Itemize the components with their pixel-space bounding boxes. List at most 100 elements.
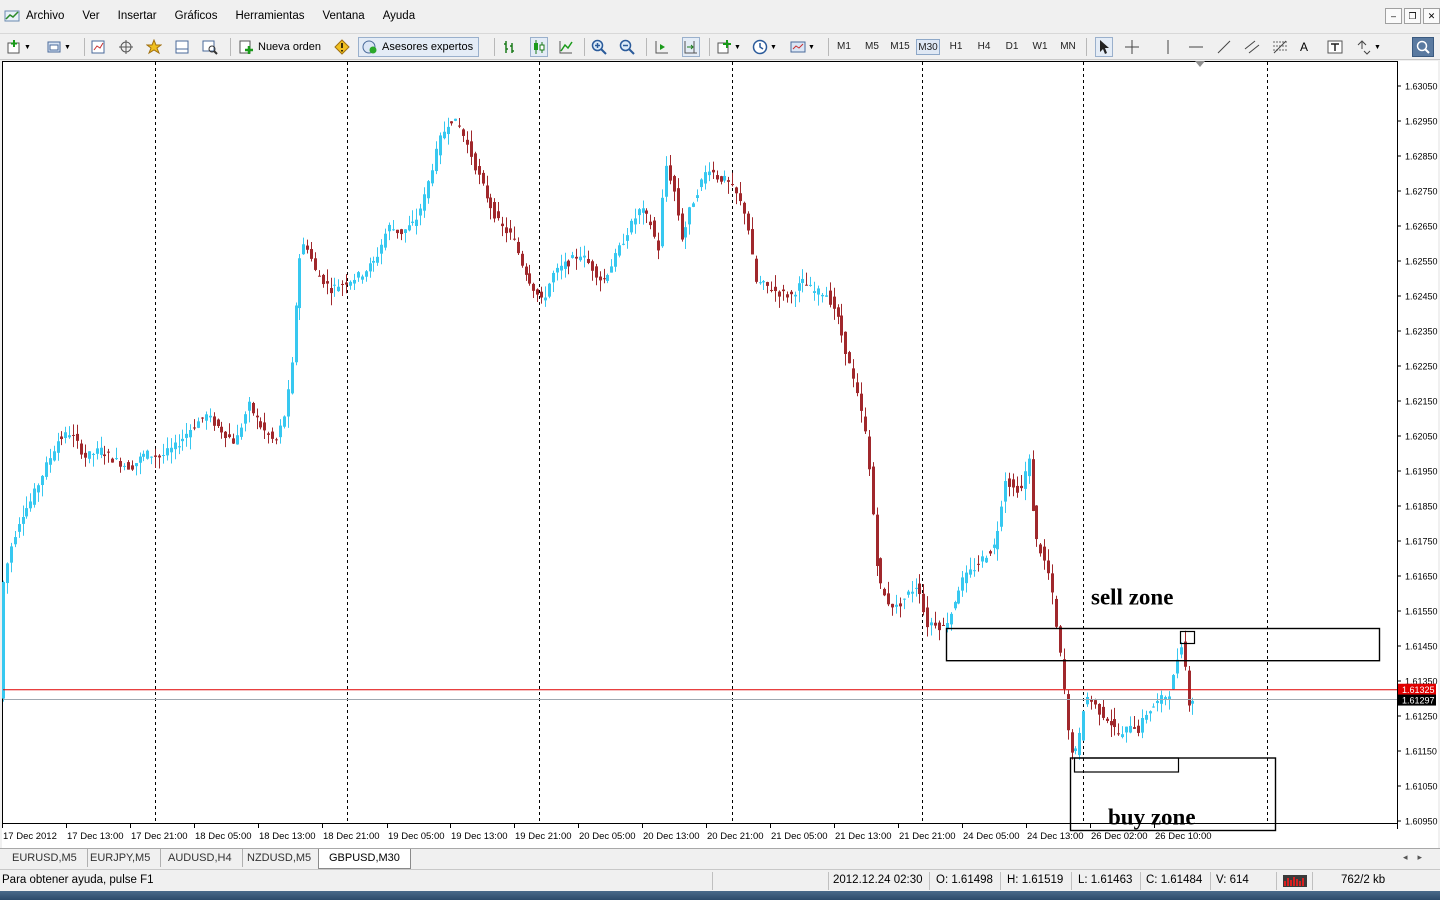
bearish-candle	[872, 466, 875, 515]
tab-eurjpy-m5[interactable]: EURJPY,M5	[80, 849, 162, 867]
gbpusd-m30-chart[interactable]: 1.63050 1.62950 1.62850 1.62750 1.62650 1.625…	[2, 61, 1438, 848]
line-chart-button[interactable]	[558, 37, 574, 57]
tab-eurusd-m5[interactable]: EURUSD,M5	[2, 849, 88, 867]
tab-scroll-arrows[interactable]: ◂▸	[1403, 852, 1432, 863]
search-icon	[1416, 40, 1430, 54]
price-tick-label: 1.60950	[1405, 817, 1438, 827]
text-tool-button[interactable]: A	[1300, 37, 1308, 57]
new-chart-button[interactable]: ▼	[6, 37, 31, 57]
templates-button[interactable]: ▼	[790, 37, 815, 57]
bearish-candle	[1063, 659, 1066, 689]
profiles-button[interactable]: ▼	[46, 37, 71, 57]
crosshair-target-icon	[119, 40, 133, 54]
autotrading-warning-button[interactable]	[334, 37, 350, 57]
search-button[interactable]	[1412, 37, 1434, 57]
bullish-candle	[33, 488, 36, 505]
bearish-candle	[938, 622, 941, 631]
periods-button[interactable]: ▼	[752, 37, 777, 57]
timeframe-m15[interactable]: M15	[888, 39, 912, 55]
bullish-candle	[302, 244, 305, 255]
timeframe-mn[interactable]: MN	[1056, 39, 1080, 55]
tab-audusd-h4[interactable]: AUDUSD,H4	[158, 849, 243, 867]
bullish-candle	[372, 260, 375, 263]
menu-ayuda[interactable]: Ayuda	[383, 10, 415, 22]
bearish-candle	[103, 454, 106, 457]
bullish-candle	[96, 448, 99, 454]
timeframe-m5[interactable]: M5	[860, 39, 884, 55]
new-order-button[interactable]: Nueva orden	[238, 37, 321, 57]
price-chart-area[interactable]: 1.63050 1.62950 1.62850 1.62750 1.62650 1.625…	[2, 61, 1438, 848]
profiles-icon	[47, 41, 61, 53]
fibonacci-tool-button[interactable]	[1272, 37, 1288, 57]
restore-button[interactable]: ❐	[1404, 8, 1421, 24]
toolbar-separator	[84, 38, 85, 56]
menu-insertar[interactable]: Insertar	[118, 10, 157, 22]
cursor-tool-button[interactable]	[1095, 37, 1113, 57]
expert-advisors-button[interactable]: Asesores expertos	[358, 37, 480, 57]
tab-gbpusd-m30[interactable]: GBPUSD,M30	[318, 849, 411, 869]
menu-herramientas[interactable]: Herramientas	[235, 10, 304, 22]
menu-ver[interactable]: Ver	[82, 10, 99, 22]
market-watch-button[interactable]	[90, 37, 106, 57]
terminal-button[interactable]	[174, 37, 190, 57]
sell-zone-label[interactable]: sell zone	[1091, 585, 1173, 610]
chart-shift-button[interactable]	[682, 37, 700, 57]
bullish-candle	[661, 197, 664, 247]
timeframe-m1[interactable]: M1	[832, 39, 856, 55]
zoom-out-button[interactable]	[619, 37, 635, 57]
bearish-candle	[1071, 732, 1074, 753]
price-tick-label: 1.62050	[1405, 432, 1438, 442]
bullish-candle	[380, 244, 383, 254]
bullish-candle	[447, 126, 450, 135]
zoom-in-button[interactable]	[591, 37, 607, 57]
bullish-candle	[1156, 700, 1159, 704]
expert-advisors-label: Asesores expertos	[382, 41, 474, 53]
menu-archivo[interactable]: Archivo	[26, 10, 64, 22]
bearish-candle	[883, 588, 886, 596]
bullish-candle	[1000, 506, 1003, 527]
indicators-button[interactable]: ▼	[716, 37, 741, 57]
bullish-candle	[365, 271, 368, 277]
ask-price-label: 1.61325	[1402, 685, 1435, 695]
buy-zone-label[interactable]: buy zone	[1108, 805, 1196, 830]
crosshair-tool-button[interactable]	[1124, 37, 1140, 57]
timeframe-w1[interactable]: W1	[1028, 39, 1052, 55]
equidistant-channel-tool-button[interactable]	[1244, 37, 1260, 57]
timeframe-d1[interactable]: D1	[1000, 39, 1024, 55]
menu-ventana[interactable]: Ventana	[322, 10, 364, 22]
data-window-button[interactable]	[118, 37, 134, 57]
minimize-button[interactable]: –	[1385, 8, 1402, 24]
trendline-tool-button[interactable]	[1216, 37, 1232, 57]
bullish-candle	[1172, 675, 1175, 690]
bullish-candle	[435, 148, 438, 172]
bullish-candle	[1078, 732, 1081, 756]
autoscroll-button[interactable]	[654, 37, 670, 57]
text-label-tool-button[interactable]	[1327, 37, 1343, 57]
bullish-candle	[2, 582, 5, 699]
bar-chart-button[interactable]	[502, 37, 518, 57]
timeframe-h4[interactable]: H4	[972, 39, 996, 55]
bullish-candle	[64, 432, 67, 439]
bearish-candle	[887, 593, 890, 605]
bearish-candle	[501, 223, 504, 227]
vertical-line-tool-button[interactable]	[1160, 37, 1176, 57]
timeframe-m30[interactable]: M30	[916, 39, 940, 55]
bearish-candle	[1047, 560, 1050, 574]
tab-nzdusd-m5[interactable]: NZDUSD,M5	[237, 849, 323, 867]
bearish-candle	[653, 220, 656, 237]
bearish-candle	[131, 465, 134, 470]
candlestick-chart-button[interactable]	[530, 37, 548, 57]
indicators-icon	[717, 40, 731, 54]
arrows-tool-button[interactable]: ▼	[1356, 37, 1381, 57]
bearish-candle	[478, 166, 481, 175]
menu-graficos[interactable]: Gráficos	[175, 10, 218, 22]
strategy-tester-button[interactable]	[202, 37, 218, 57]
connection-status-icon[interactable]	[1283, 875, 1307, 887]
timeframe-h1[interactable]: H1	[944, 39, 968, 55]
bearish-candle	[681, 213, 684, 240]
horizontal-line-tool-button[interactable]	[1188, 37, 1204, 57]
bearish-candle	[587, 258, 590, 263]
bearish-candle	[856, 382, 859, 394]
close-button[interactable]: ✕	[1423, 8, 1440, 24]
navigator-button[interactable]	[146, 37, 162, 57]
